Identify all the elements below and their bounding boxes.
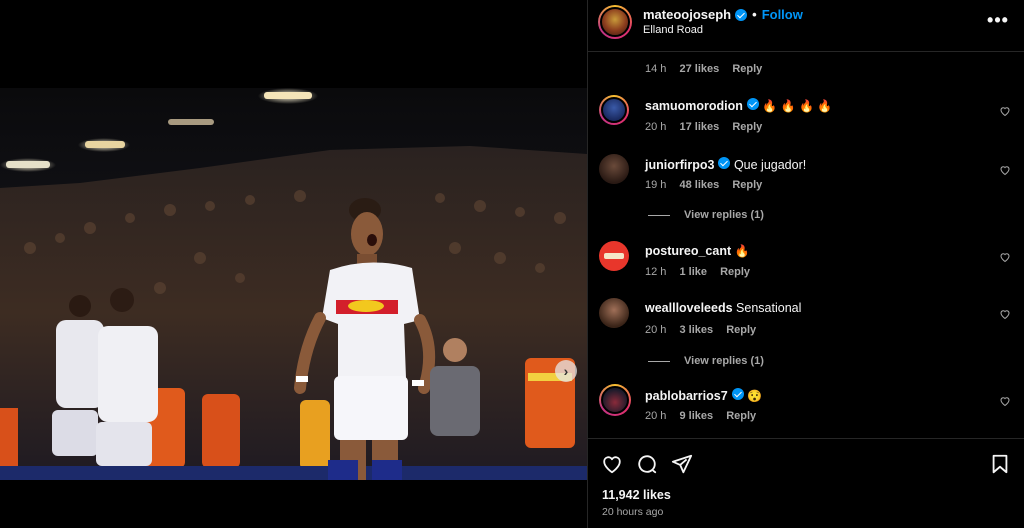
comment-item: juniorfirpo3 Que jugador! 19 h 48 likes …	[588, 152, 1024, 232]
comment-reply-button[interactable]: Reply	[732, 179, 762, 191]
verified-icon	[718, 157, 731, 169]
post-timestamp[interactable]: 20 hours ago	[602, 506, 663, 518]
comment-body: 🔥	[734, 244, 750, 258]
stadium-photo-illustration	[0, 88, 587, 480]
comment-meta: 14 h 27 likes Reply	[645, 63, 772, 75]
comment-time: 20 h	[645, 410, 667, 422]
verified-icon	[731, 388, 744, 400]
author-avatar[interactable]	[598, 5, 632, 39]
like-comment-heart-icon[interactable]	[999, 395, 1011, 407]
author-line: mateoojoseph • Follow	[643, 7, 803, 22]
comment-meta: 20 h 17 likes Reply	[645, 121, 772, 133]
view-replies-label[interactable]: View replies (1)	[684, 355, 764, 367]
comment-text: juniorfirpo3 Que jugador!	[645, 157, 806, 172]
next-photo-button[interactable]: ›	[555, 360, 577, 382]
comment-time: 20 h	[645, 324, 667, 336]
comment-likes[interactable]: 3 likes	[679, 324, 713, 336]
post-photo[interactable]: ›	[0, 88, 587, 480]
separator-dot: •	[752, 7, 757, 22]
view-replies-button[interactable]: View replies (1)	[648, 355, 764, 367]
commenter-avatar[interactable]	[599, 298, 629, 328]
comment-text: weallloveleeds Sensational	[645, 301, 801, 315]
commenter-username[interactable]: postureo_cant	[645, 244, 731, 258]
comment-likes[interactable]: 9 likes	[679, 410, 713, 422]
share-icon[interactable]	[671, 453, 693, 475]
like-comment-heart-icon[interactable]	[999, 308, 1011, 320]
replies-divider	[648, 360, 670, 362]
comment-text: postureo_cant 🔥	[645, 244, 750, 258]
follow-button[interactable]: Follow	[762, 7, 803, 22]
like-comment-heart-icon[interactable]	[999, 251, 1011, 263]
comment-time: 12 h	[645, 266, 667, 278]
comment-item: postureo_cant 🔥 12 h 1 like Reply	[588, 239, 1024, 289]
verified-icon	[735, 8, 748, 21]
bookmark-icon[interactable]	[989, 453, 1011, 475]
post-location[interactable]: Elland Road	[643, 24, 703, 36]
chevron-right-icon: ›	[563, 363, 569, 379]
comment-item: weallloveleeds Sensational 20 h 3 likes …	[588, 296, 1024, 376]
commenter-avatar[interactable]	[599, 95, 629, 125]
comment-meta: 12 h 1 like Reply	[645, 266, 760, 278]
post-media: ›	[0, 0, 587, 528]
comments-list: 14 h 27 likes Reply samuomorodion 🔥 🔥 🔥 …	[588, 53, 1024, 438]
comment-reply-button[interactable]: Reply	[726, 410, 756, 422]
post-header: mateoojoseph • Follow Elland Road •••	[588, 0, 1024, 52]
comment-time: 19 h	[645, 179, 667, 191]
view-replies-button[interactable]: View replies (1)	[648, 209, 764, 221]
commenter-username[interactable]: juniorfirpo3	[645, 158, 714, 172]
comment-text: samuomorodion 🔥 🔥 🔥 🔥	[645, 98, 832, 113]
comment-reply-button[interactable]: Reply	[720, 266, 750, 278]
comment-likes[interactable]: 27 likes	[679, 63, 719, 75]
comment-text: pablobarrios7 😯	[645, 388, 762, 403]
commenter-username[interactable]: pablobarrios7	[645, 389, 728, 403]
comment-time: 20 h	[645, 121, 667, 133]
post-actions: 11,942 likes 20 hours ago	[588, 438, 1024, 528]
heart-icon[interactable]	[601, 453, 623, 475]
comment-likes[interactable]: 17 likes	[679, 121, 719, 133]
comment-meta: 19 h 48 likes Reply	[645, 179, 772, 191]
comment-reply-button[interactable]: Reply	[726, 324, 756, 336]
comment-item: pablobarrios7 😯 20 h 9 likes Reply	[588, 383, 1024, 433]
comment-reply-button[interactable]: Reply	[732, 63, 762, 75]
comment-icon[interactable]	[636, 453, 658, 475]
like-comment-heart-icon[interactable]	[999, 164, 1011, 176]
comment-body: 😯	[747, 389, 763, 403]
commenter-avatar[interactable]	[599, 154, 629, 184]
comment-time: 14 h	[645, 63, 667, 75]
comment-item: samuomorodion 🔥 🔥 🔥 🔥 20 h 17 likes Repl…	[588, 93, 1024, 143]
post-side-panel: mateoojoseph • Follow Elland Road ••• 14…	[587, 0, 1024, 528]
comment-meta: 20 h 9 likes Reply	[645, 410, 766, 422]
comment-likes[interactable]: 48 likes	[679, 179, 719, 191]
like-comment-heart-icon[interactable]	[999, 105, 1011, 117]
comment-body: 🔥 🔥 🔥 🔥	[762, 99, 833, 113]
replies-divider	[648, 214, 670, 216]
comment-reply-button[interactable]: Reply	[732, 121, 762, 133]
likes-count[interactable]: 11,942 likes	[602, 488, 671, 502]
author-username[interactable]: mateoojoseph	[643, 7, 731, 22]
commenter-avatar[interactable]	[599, 384, 631, 416]
verified-icon	[746, 98, 759, 110]
comment-body: Que jugador!	[733, 158, 807, 172]
commenter-username[interactable]: weallloveleeds	[645, 301, 733, 315]
comment-likes[interactable]: 1 like	[679, 266, 707, 278]
comment-item: 14 h 27 likes Reply	[588, 53, 1024, 83]
view-replies-label[interactable]: View replies (1)	[684, 209, 764, 221]
comment-body: Sensational	[736, 301, 802, 315]
commenter-avatar[interactable]	[599, 241, 629, 271]
commenter-username[interactable]: samuomorodion	[645, 99, 743, 113]
more-options-icon[interactable]: •••	[986, 10, 1010, 30]
comment-meta: 20 h 3 likes Reply	[645, 324, 766, 336]
